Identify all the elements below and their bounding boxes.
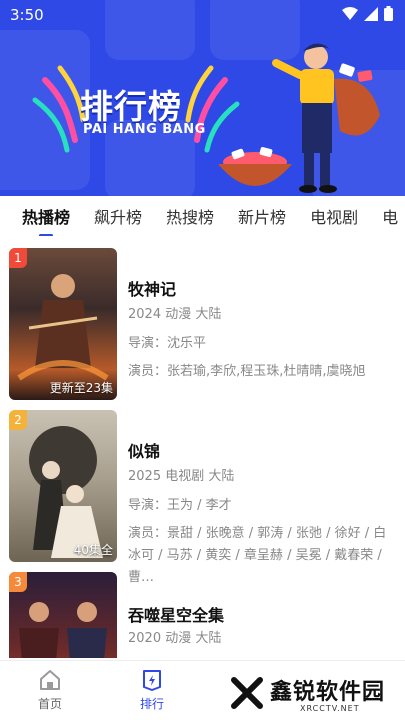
episode-note: 40集全 (73, 543, 113, 557)
rank-badge: 3 (9, 572, 27, 592)
status-bar: 3:50 (0, 0, 405, 30)
nav-home[interactable]: 首页 (20, 669, 80, 712)
nav-rank-label: 排行 (139, 697, 164, 711)
item-title[interactable]: 吞噬星空全集 (128, 602, 224, 626)
signal-icon (364, 6, 378, 21)
rank-tabs: 热播榜 飙升榜 热搜榜 新片榜 电视剧 电 (0, 196, 405, 236)
poster-art (29, 426, 103, 558)
rank-badge: 2 (9, 410, 27, 430)
banner-title: 排行榜 (80, 87, 182, 126)
item-info: 2020 动漫 大陆 (128, 631, 222, 646)
list-item[interactable]: 1 更新至23集 牧神记 2024 动漫 大陆 导演：沈乐平 演员：张若瑜,李欣… (0, 240, 405, 400)
site-watermark: 鑫锐软件园 XRCCTV.NET (230, 670, 400, 720)
tab-tv-series[interactable]: 电视剧 (310, 204, 358, 228)
watermark-logo-icon (231, 677, 263, 709)
list-item[interactable]: 2 40集全 似锦 2025 电视剧 大陆 导演：王为 / 李才 演员：景甜 /… (0, 402, 405, 585)
character-illustration (272, 43, 380, 193)
item-info: 2025 电视剧 大陆 (128, 469, 235, 484)
rank-banner: 3:50 排行榜 PAI HANG BANG (0, 0, 405, 196)
poster-art (17, 274, 109, 381)
tab-more[interactable]: 电 (382, 204, 398, 228)
wifi-icon (342, 6, 358, 20)
item-title[interactable]: 似锦 (128, 438, 160, 462)
battery-icon (384, 6, 393, 21)
episode-note: 更新至23集 (49, 381, 113, 395)
rank-badge: 1 (9, 248, 27, 268)
status-time: 3:50 (10, 6, 44, 24)
rank-list: 1 更新至23集 牧神记 2024 动漫 大陆 导演：沈乐平 演员：张若瑜,李欣… (0, 240, 405, 658)
poster-image[interactable]: 1 更新至23集 (9, 248, 117, 400)
tab-rising[interactable]: 飙升榜 (94, 204, 142, 228)
tab-hot-search[interactable]: 热搜榜 (166, 204, 214, 228)
nav-home-label: 首页 (37, 697, 62, 711)
item-title[interactable]: 牧神记 (128, 276, 176, 300)
list-item[interactable]: 3 吞噬星空全集 2020 动漫 大陆 (0, 564, 405, 658)
watermark-subtext: XRCCTV.NET (300, 704, 360, 713)
watermark-text: 鑫锐软件园 (270, 680, 386, 705)
nav-rank[interactable]: 排行 (122, 669, 182, 712)
item-cast: 演员：张若瑜,李欣,程玉珠,杜晴晴,虞晓旭 (128, 364, 366, 379)
item-director: 导演：王为 / 李才 (128, 498, 232, 513)
home-icon (40, 670, 60, 690)
poster-image[interactable]: 2 40集全 (9, 410, 117, 562)
tab-new-releases[interactable]: 新片榜 (238, 204, 286, 228)
item-director: 导演：沈乐平 (128, 336, 207, 351)
tab-hot-play[interactable]: 热播榜 (22, 204, 70, 236)
item-info: 2024 动漫 大陆 (128, 307, 222, 322)
poster-image[interactable]: 3 (9, 572, 117, 658)
rank-icon (143, 670, 161, 691)
banner-subtitle: PAI HANG BANG (83, 122, 206, 137)
